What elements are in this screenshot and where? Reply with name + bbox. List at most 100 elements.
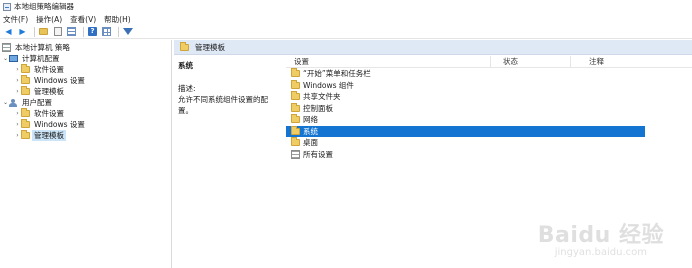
- folder-icon: [39, 28, 48, 35]
- list-item-label: 控制面板: [303, 103, 333, 113]
- tree-item-label: 用户配置: [22, 98, 52, 107]
- forward-arrow-icon[interactable]: ▶: [17, 26, 28, 37]
- toolbar-separator: [83, 26, 84, 37]
- menu-action[interactable]: 操作(A): [36, 14, 62, 25]
- list-item-label: 网络: [303, 115, 318, 125]
- toolbar-separator: [34, 26, 35, 37]
- folder-icon: [21, 119, 30, 128]
- list-item-label: “开始”菜单和任务栏: [303, 69, 371, 79]
- menu-bar: 文件(F) 操作(A) 查看(V) 帮助(H): [0, 13, 692, 25]
- policy-icon: [2, 43, 11, 52]
- tree-item-user-config[interactable]: ⌄ 用户配置: [0, 97, 171, 108]
- folder-icon: [21, 130, 30, 139]
- list-item[interactable]: 桌面: [286, 137, 645, 149]
- list-item[interactable]: 控制面板: [286, 102, 645, 115]
- list-item-label: Windows 组件: [303, 80, 354, 90]
- tree-item-label: 本地计算机 策略: [15, 43, 70, 52]
- filter-button[interactable]: [122, 26, 133, 37]
- watermark: Baidu 经验 jingyan.baidu.com: [538, 217, 664, 258]
- watermark-logo: Baidu 经验: [537, 223, 664, 248]
- list-item-label: 共享文件夹: [303, 92, 341, 102]
- tree-item-label: 管理模板: [34, 87, 64, 96]
- toolbar-separator: [118, 26, 119, 37]
- chevron-down-icon[interactable]: ⌄: [2, 99, 9, 106]
- folder-icon: [291, 79, 300, 89]
- folder-icon: [291, 125, 300, 135]
- properties-icon: [102, 27, 111, 36]
- details-header-title: 管理模板: [195, 42, 225, 52]
- list-item[interactable]: “开始”菜单和任务栏: [286, 68, 645, 80]
- list-item[interactable]: 共享文件夹: [286, 91, 645, 103]
- tree-item-label: 管理模板: [32, 130, 66, 141]
- folder-icon: [21, 64, 30, 73]
- chevron-right-icon[interactable]: ›: [14, 132, 21, 139]
- help-button[interactable]: ?: [87, 26, 98, 37]
- console-tree: 本地计算机 策略 ⌄ 计算机配置 › 软件设置 › Windows 设置 › 管…: [0, 40, 172, 268]
- tree-item-label: Windows 设置: [34, 76, 85, 85]
- list-header: 设置 状态 注释: [286, 56, 692, 68]
- column-header-setting[interactable]: 设置: [286, 56, 491, 67]
- tree-item-user-software-settings[interactable]: › 软件设置: [0, 108, 171, 119]
- tree-item-user-admin-templates[interactable]: › 管理模板: [0, 130, 171, 141]
- list-item-label: 所有设置: [303, 149, 333, 159]
- folder-icon: [291, 102, 300, 112]
- chevron-right-icon[interactable]: ›: [14, 66, 21, 73]
- list-item-label: 系统: [303, 126, 318, 136]
- chevron-down-icon[interactable]: ⌄: [2, 55, 9, 62]
- folder-icon: [21, 75, 30, 84]
- list-item[interactable]: 所有设置: [286, 149, 645, 161]
- tree-item-label: Windows 设置: [34, 120, 85, 129]
- computer-icon: [9, 55, 18, 62]
- user-icon: [9, 98, 18, 107]
- list-item[interactable]: Windows 组件: [286, 79, 645, 92]
- help-icon: ?: [88, 27, 97, 36]
- folder-icon: [291, 137, 300, 147]
- folder-icon: [291, 91, 300, 101]
- export-list-icon: [67, 27, 76, 36]
- all-settings-icon: [291, 149, 300, 159]
- console-tree-icon: [53, 27, 62, 36]
- tree-item-windows-settings[interactable]: › Windows 设置: [0, 75, 171, 86]
- app-icon: [3, 2, 11, 11]
- title-bar: 本地组策略编辑器: [0, 0, 692, 13]
- window-title: 本地组策略编辑器: [14, 2, 74, 11]
- folder-icon: [291, 68, 300, 78]
- description-pane: 系统 描述: 允许不同系统组件设置的配置。: [174, 56, 286, 268]
- properties-button[interactable]: [101, 26, 112, 37]
- description-label: 描述:: [178, 84, 196, 93]
- folder-icon: [180, 41, 189, 51]
- details-header: 管理模板: [174, 40, 692, 55]
- chevron-right-icon[interactable]: ›: [14, 110, 21, 117]
- back-arrow-icon[interactable]: ◀: [3, 26, 14, 37]
- show-hide-tree-button[interactable]: [52, 26, 63, 37]
- folder-icon: [21, 86, 30, 95]
- folder-icon: [291, 114, 300, 124]
- tree-item-root[interactable]: 本地计算机 策略: [0, 42, 171, 53]
- tree-item-computer-config[interactable]: ⌄ 计算机配置: [0, 53, 171, 64]
- export-list-button[interactable]: [66, 26, 77, 37]
- list-item[interactable]: 网络: [286, 114, 645, 126]
- tree-item-admin-templates[interactable]: › 管理模板: [0, 86, 171, 97]
- up-folder-button[interactable]: [38, 26, 49, 37]
- tree-item-label: 软件设置: [34, 65, 64, 74]
- list-item-label: 桌面: [303, 138, 318, 148]
- tree-item-label: 计算机配置: [22, 54, 60, 63]
- chevron-right-icon[interactable]: ›: [14, 77, 21, 84]
- menu-help[interactable]: 帮助(H): [104, 14, 131, 25]
- menu-file[interactable]: 文件(F): [3, 14, 28, 25]
- description-text: 允许不同系统组件设置的配置。: [178, 95, 268, 115]
- toolbar: ◀ ▶ ?: [0, 25, 692, 39]
- list-item-selected[interactable]: 系统: [286, 125, 645, 137]
- chevron-right-icon[interactable]: ›: [14, 121, 21, 128]
- column-header-note[interactable]: 注释: [571, 56, 681, 67]
- chevron-right-icon[interactable]: ›: [14, 88, 21, 95]
- tree-item-software-settings[interactable]: › 软件设置: [0, 64, 171, 75]
- watermark-url: jingyan.baidu.com: [554, 247, 648, 258]
- filter-icon: [122, 28, 133, 35]
- menu-view[interactable]: 查看(V): [70, 14, 96, 25]
- column-header-state[interactable]: 状态: [491, 56, 571, 67]
- tree-item-user-windows-settings[interactable]: › Windows 设置: [0, 119, 171, 130]
- folder-icon: [21, 108, 30, 117]
- description-title: 系统: [178, 61, 193, 70]
- tree-item-label: 软件设置: [34, 109, 64, 118]
